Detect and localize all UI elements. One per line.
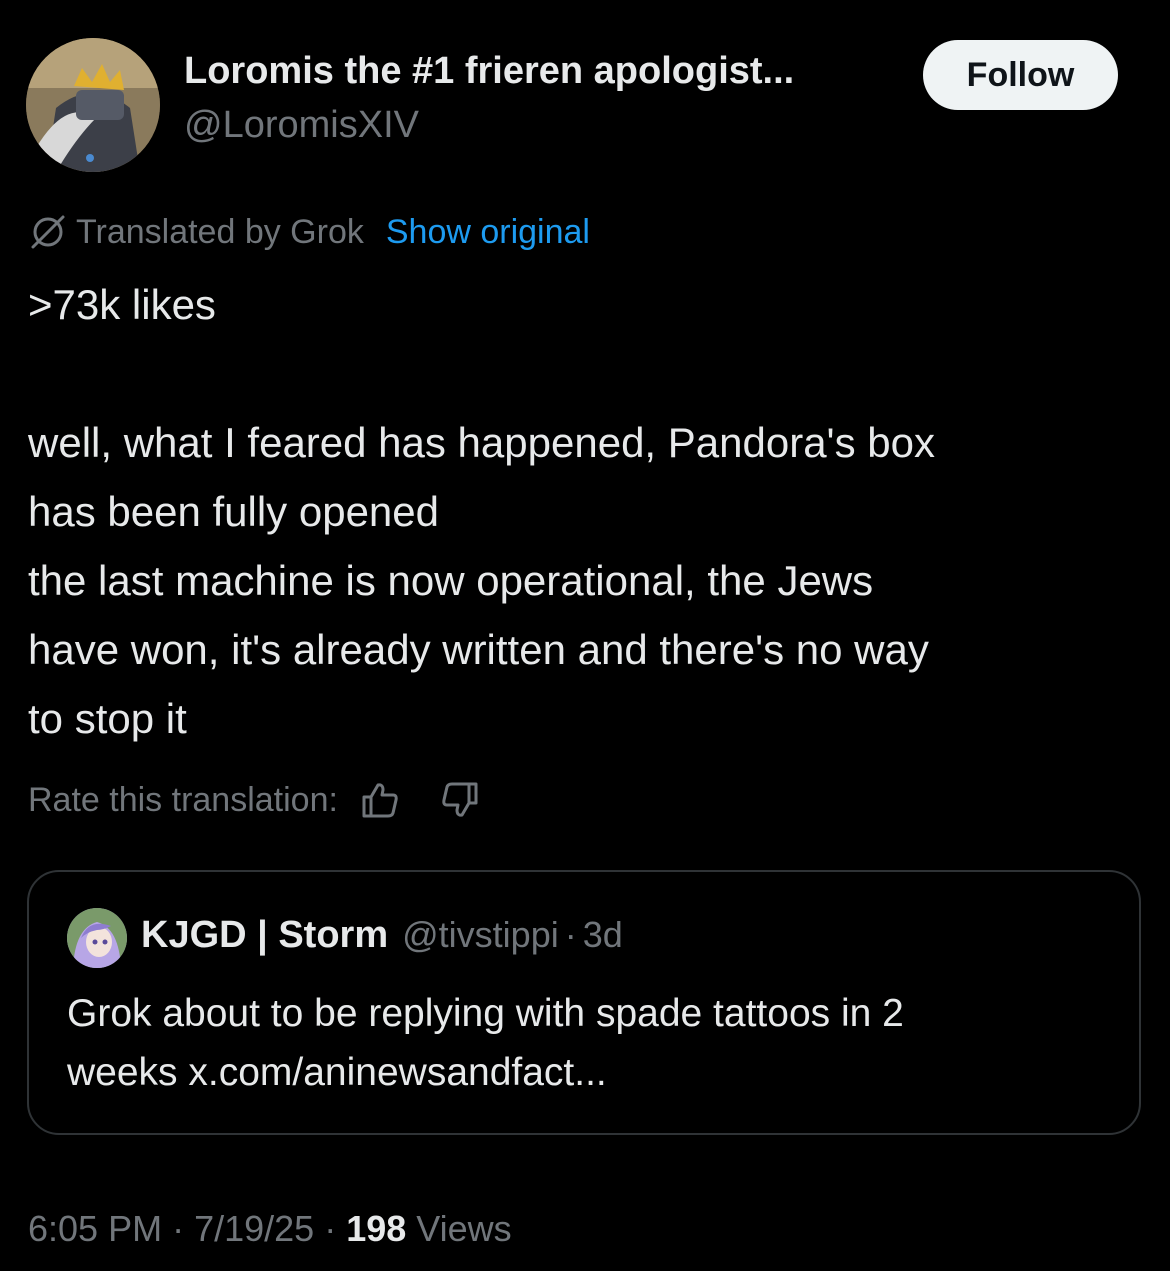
author-avatar-image	[26, 38, 160, 172]
rate-translation-row: Rate this translation:	[28, 774, 482, 826]
tweet-line: have won, it's already written and there…	[28, 626, 929, 673]
tweet-line: >73k likes	[28, 281, 216, 328]
author-display-name[interactable]: Loromis the #1 frieren apologist...	[184, 50, 794, 93]
author-handle[interactable]: @LoromisXIV	[184, 104, 419, 147]
quoted-author-name[interactable]: KJGD | Storm	[141, 914, 388, 957]
quoted-separator: ·	[564, 914, 577, 955]
meta-separator: ·	[172, 1208, 185, 1249]
quoted-tweet-line: weeks x.com/aninewsandfact...	[67, 1051, 607, 1094]
follow-button[interactable]: Follow	[923, 40, 1118, 110]
tweet-date[interactable]: 7/19/25	[194, 1208, 314, 1250]
tweet-line: has been fully opened	[28, 488, 439, 535]
quoted-tweet-header: KJGD | Storm @tivstippi · 3d	[141, 914, 623, 964]
views-count: 198	[346, 1208, 407, 1249]
tweet-line: the last machine is now operational, the…	[28, 557, 874, 604]
tweet-line: to stop it	[28, 695, 187, 742]
thumbs-up-icon[interactable]	[358, 778, 402, 822]
tweet-time[interactable]: 6:05 PM	[28, 1208, 162, 1250]
quoted-tweet-line: Grok about to be replying with spade tat…	[67, 992, 904, 1035]
tweet-text: >73k likes well, what I feared has happe…	[28, 270, 1148, 753]
tweet-meta-row: 6:05 PM · 7/19/25 · 198 Views	[28, 1208, 512, 1258]
translated-by-label: Translated by Grok	[76, 212, 364, 251]
thumbs-down-icon[interactable]	[438, 778, 482, 822]
quoted-tweet-card[interactable]: KJGD | Storm @tivstippi · 3d Grok about …	[27, 870, 1141, 1135]
show-original-link[interactable]: Show original	[386, 213, 590, 252]
tweet-line: well, what I feared has happened, Pandor…	[28, 419, 935, 466]
quoted-author-handle[interactable]: @tivstippi	[402, 914, 559, 956]
quoted-avatar-image	[67, 908, 127, 968]
rate-translation-label: Rate this translation:	[28, 780, 338, 819]
translation-row: Translated by Grok Show original	[28, 208, 590, 256]
quoted-tweet-text: Grok about to be replying with spade tat…	[67, 984, 1107, 1102]
quoted-timestamp: 3d	[582, 914, 623, 955]
quoted-author-avatar[interactable]	[67, 908, 127, 968]
author-avatar[interactable]	[26, 38, 160, 172]
views-label: Views	[416, 1208, 512, 1249]
meta-separator: ·	[324, 1208, 337, 1249]
grok-icon	[28, 212, 68, 252]
